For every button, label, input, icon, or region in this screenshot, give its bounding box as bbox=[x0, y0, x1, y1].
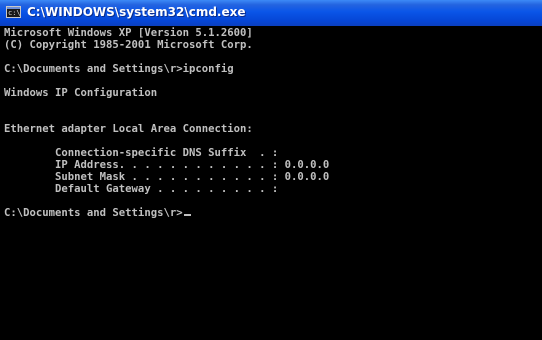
text-cursor bbox=[183, 214, 191, 216]
console-line: Connection-specific DNS Suffix . : bbox=[4, 147, 279, 159]
console-line: C:\Documents and Settings\r>ipconfig bbox=[4, 63, 234, 75]
console-app-icon-glyph: c:\ bbox=[8, 9, 21, 17]
console-line: Windows IP Configuration bbox=[4, 87, 158, 99]
console-line: Microsoft Windows XP [Version 5.1.2600] bbox=[4, 27, 253, 39]
console-line: Ethernet adapter Local Area Connection: bbox=[4, 123, 253, 135]
console-line: Default Gateway . . . . . . . . . : bbox=[4, 183, 279, 195]
cmd-window: c:\ C:\WINDOWS\system32\cmd.exe Microsof… bbox=[0, 0, 542, 340]
console-line: IP Address. . . . . . . . . . . . : 0.0.… bbox=[4, 159, 330, 171]
title-bar[interactable]: c:\ C:\WINDOWS\system32\cmd.exe bbox=[0, 0, 542, 26]
console-output-area[interactable]: Microsoft Windows XP [Version 5.1.2600] … bbox=[0, 26, 542, 340]
console-line: Subnet Mask . . . . . . . . . . . : 0.0.… bbox=[4, 171, 330, 183]
console-app-icon[interactable]: c:\ bbox=[6, 6, 21, 18]
console-line: (C) Copyright 1985-2001 Microsoft Corp. bbox=[4, 39, 253, 51]
window-title: C:\WINDOWS\system32\cmd.exe bbox=[27, 5, 246, 19]
command-prompt: C:\Documents and Settings\r> bbox=[4, 207, 183, 219]
prompt-line[interactable]: C:\Documents and Settings\r> bbox=[4, 207, 191, 219]
